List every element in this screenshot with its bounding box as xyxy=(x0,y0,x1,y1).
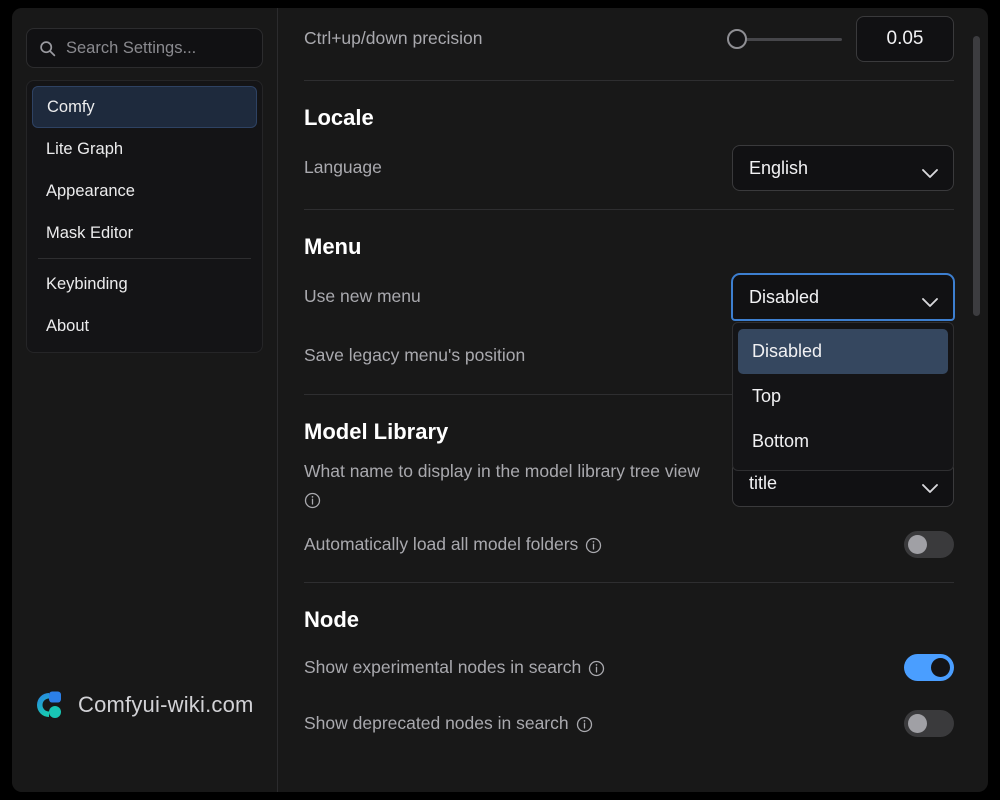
settings-dialog: Comfy Lite Graph Appearance Mask Editor … xyxy=(12,8,988,792)
toggle-knob xyxy=(931,658,950,677)
settings-category-list: Comfy Lite Graph Appearance Mask Editor … xyxy=(26,80,263,353)
language-select[interactable]: English xyxy=(732,145,954,191)
use-new-menu-select[interactable]: Disabled xyxy=(732,274,954,320)
section-title-node: Node xyxy=(304,583,954,639)
settings-content: Ctrl+up/down precision Locale Language E… xyxy=(278,8,988,792)
setting-label: Show experimental nodes in search xyxy=(304,655,888,680)
sidebar-item-label: Appearance xyxy=(46,182,135,201)
setting-label: Ctrl+up/down precision xyxy=(304,26,711,51)
info-icon[interactable] xyxy=(576,715,593,732)
settings-sidebar: Comfy Lite Graph Appearance Mask Editor … xyxy=(12,8,277,792)
search-input[interactable] xyxy=(66,39,286,58)
section-title-menu: Menu xyxy=(304,210,954,266)
setting-label: Automatically load all model folders xyxy=(304,532,888,557)
sidebar-item-mask-editor[interactable]: Mask Editor xyxy=(32,212,257,254)
toggle-knob xyxy=(908,714,927,733)
sidebar-item-label: Comfy xyxy=(47,98,95,117)
chevron-down-icon xyxy=(921,478,939,489)
model-tree-name-value: title xyxy=(749,473,777,494)
search-settings-box[interactable] xyxy=(26,28,263,68)
toggle-knob xyxy=(908,535,927,554)
use-new-menu-value: Disabled xyxy=(749,287,819,308)
sidebar-divider xyxy=(38,258,251,259)
language-select-value: English xyxy=(749,158,808,179)
show-deprecated-nodes-toggle[interactable] xyxy=(904,710,954,737)
sidebar-item-keybinding[interactable]: Keybinding xyxy=(32,263,257,305)
slider-track xyxy=(735,38,842,41)
setting-label: What name to display in the model librar… xyxy=(304,459,716,508)
precision-slider[interactable] xyxy=(727,29,842,49)
precision-number-input[interactable] xyxy=(856,16,954,62)
setting-row-precision: Ctrl+up/down precision xyxy=(304,8,954,70)
sidebar-item-label: Mask Editor xyxy=(46,224,133,243)
sidebar-item-label: About xyxy=(46,317,89,336)
dropdown-option-top[interactable]: Top xyxy=(738,374,948,419)
setting-row-language: Language English xyxy=(304,137,954,199)
setting-label: Use new menu xyxy=(304,284,716,309)
setting-row-show-experimental-nodes: Show experimental nodes in search xyxy=(304,639,954,695)
chevron-down-icon xyxy=(921,292,939,303)
dropdown-option-disabled[interactable]: Disabled xyxy=(738,329,948,374)
setting-row-use-new-menu: Use new menu Disabled Disabled xyxy=(304,266,954,328)
comfyui-node-logo-icon xyxy=(32,688,66,722)
watermark: Comfyui-wiki.com xyxy=(32,688,254,722)
sidebar-item-lite-graph[interactable]: Lite Graph xyxy=(32,128,257,170)
watermark-text: Comfyui-wiki.com xyxy=(78,692,254,718)
content-scrollbar[interactable] xyxy=(973,26,980,766)
section-title-locale: Locale xyxy=(304,81,954,137)
sidebar-item-label: Keybinding xyxy=(46,275,128,294)
scrollbar-thumb[interactable] xyxy=(973,36,980,316)
dropdown-option-bottom[interactable]: Bottom xyxy=(738,419,948,464)
setting-label: Language xyxy=(304,155,716,180)
sidebar-item-label: Lite Graph xyxy=(46,140,123,159)
show-experimental-nodes-toggle[interactable] xyxy=(904,654,954,681)
use-new-menu-dropdown: Disabled Top Bottom xyxy=(732,322,954,471)
sidebar-item-about[interactable]: About xyxy=(32,305,257,347)
info-icon[interactable] xyxy=(304,491,321,508)
info-icon[interactable] xyxy=(585,536,602,553)
setting-row-auto-load-model-folders: Automatically load all model folders xyxy=(304,516,954,572)
setting-label: Show deprecated nodes in search xyxy=(304,711,888,736)
info-icon[interactable] xyxy=(588,659,605,676)
precision-controls xyxy=(727,16,954,62)
setting-row-show-deprecated-nodes: Show deprecated nodes in search xyxy=(304,695,954,751)
slider-knob[interactable] xyxy=(727,29,747,49)
auto-load-model-folders-toggle[interactable] xyxy=(904,531,954,558)
sidebar-item-comfy[interactable]: Comfy xyxy=(32,86,257,128)
chevron-down-icon xyxy=(921,163,939,174)
sidebar-item-appearance[interactable]: Appearance xyxy=(32,170,257,212)
search-icon xyxy=(39,40,56,57)
